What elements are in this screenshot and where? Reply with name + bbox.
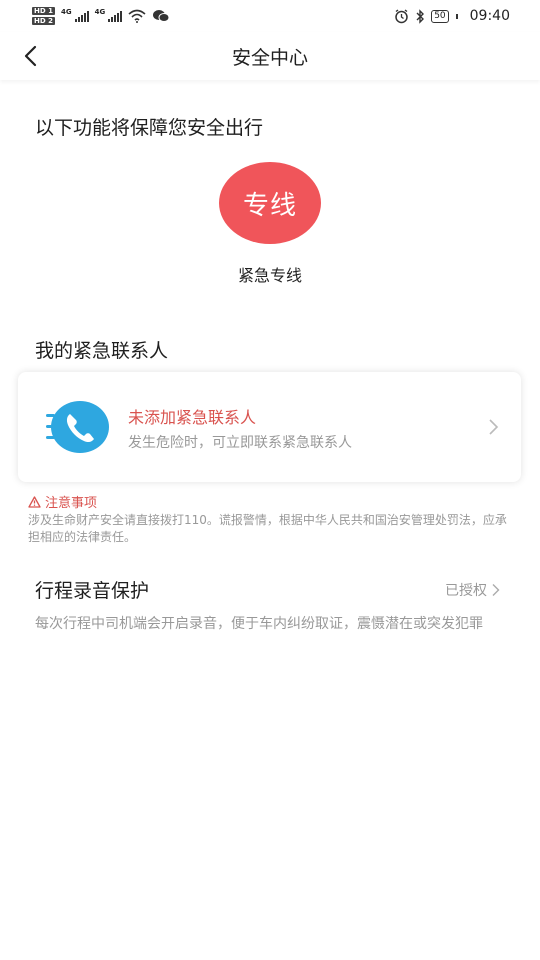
alarm-icon xyxy=(395,8,408,23)
sim-indicators: HD 1 HD 2 xyxy=(32,7,55,25)
wifi-icon xyxy=(128,9,146,23)
back-arrow-icon xyxy=(24,45,37,67)
phone-icon xyxy=(46,401,109,453)
status-bar-left: HD 1 HD 2 4G 4G xyxy=(32,7,170,25)
recording-status: 已授权 xyxy=(445,583,487,599)
nav-bar: 安全中心 xyxy=(0,32,540,80)
contacts-heading: 我的紧急联系人 xyxy=(35,340,169,362)
back-button[interactable] xyxy=(16,42,44,70)
sim1-badge: HD 1 xyxy=(32,7,55,15)
sim2-badge: HD 2 xyxy=(32,17,55,25)
status-bar-right: 50 09:40 xyxy=(394,8,510,24)
status-bar: HD 1 HD 2 4G 4G 50 09:40 xyxy=(0,0,540,32)
bluetooth-icon xyxy=(416,8,425,24)
chevron-right-icon xyxy=(489,419,499,435)
battery-tip xyxy=(455,13,458,19)
emergency-hotline-button[interactable]: 专线 xyxy=(219,162,321,244)
notice-title: 注意事项 xyxy=(28,492,97,511)
warning-icon xyxy=(28,495,41,508)
network1-label: 4G xyxy=(60,8,72,16)
safety-heading: 以下功能将保障您安全出行 xyxy=(35,117,264,139)
recording-heading: 行程录音保护 xyxy=(35,580,150,602)
recording-description: 每次行程中司机端会开启录音，便于车内纠纷取证，震慑潜在或突发犯罪 xyxy=(35,616,483,632)
wechat-icon xyxy=(153,10,170,22)
contact-card-subtitle: 发生危险时，可立即联系紧急联系人 xyxy=(128,435,352,451)
notice-text: 涉及生命财产安全请直接拨打110。谎报警情，根据中华人民共和国治安管理处罚法，应… xyxy=(28,513,507,544)
chevron-right-icon xyxy=(492,584,500,596)
clock: 09:40 xyxy=(469,8,510,24)
battery-level: 50 xyxy=(434,10,446,21)
notice-title-text: 注意事项 xyxy=(45,496,98,511)
signal1-icon xyxy=(74,10,89,22)
hotline-label: 紧急专线 xyxy=(237,266,302,285)
contact-card-title: 未添加紧急联系人 xyxy=(128,408,257,427)
hotline-button-label: 专线 xyxy=(242,190,297,221)
page-title: 安全中心 xyxy=(231,46,308,69)
recording-status-link[interactable]: 已授权 xyxy=(445,580,500,600)
battery-icon: 50 xyxy=(431,9,449,23)
emergency-contact-card[interactable]: 未添加紧急联系人 发生危险时，可立即联系紧急联系人 xyxy=(18,372,521,482)
signal2-icon xyxy=(108,10,123,22)
network2-label: 4G xyxy=(94,8,106,16)
